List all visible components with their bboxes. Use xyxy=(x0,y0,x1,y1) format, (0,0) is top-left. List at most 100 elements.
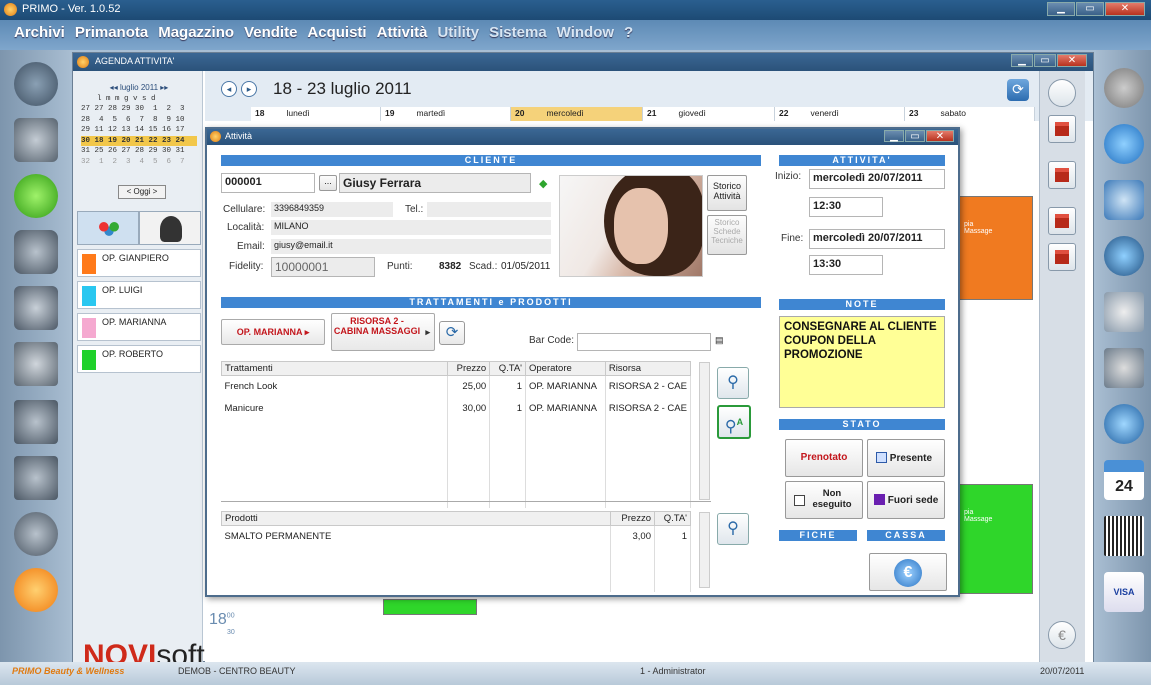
menu-archivi[interactable]: Archivi xyxy=(14,24,65,50)
day-header-22[interactable]: 22 venerdì xyxy=(775,107,905,121)
confirm-icon[interactable] xyxy=(14,174,58,218)
column-header[interactable]: Prezzo xyxy=(610,511,655,526)
tel-field[interactable] xyxy=(427,202,551,217)
trash-icon[interactable] xyxy=(14,230,58,274)
swap-refresh-button[interactable]: ⟳ xyxy=(439,321,465,345)
power-icon[interactable] xyxy=(14,568,58,612)
barcode-icon[interactable] xyxy=(1104,516,1144,556)
arrow-left-icon[interactable] xyxy=(14,400,58,444)
tag-icon[interactable]: ◆ xyxy=(539,177,547,190)
presente-button[interactable]: Presente xyxy=(867,439,945,477)
euro-icon[interactable] xyxy=(1104,124,1144,164)
workweek-view-button[interactable] xyxy=(1048,207,1076,235)
note-pen-icon[interactable] xyxy=(1104,180,1144,220)
fidelity-field[interactable]: 10000001 xyxy=(271,257,375,277)
fine-date-field[interactable]: mercoledì 20/07/2011 xyxy=(809,229,945,249)
print-icon[interactable] xyxy=(14,286,58,330)
cliente-code-field[interactable]: 000001 xyxy=(221,173,315,193)
column-header[interactable]: Operatore xyxy=(525,361,606,376)
column-header[interactable]: Trattamenti xyxy=(220,361,449,376)
table-row[interactable]: French Look 25,00 1 OP. MARIANNA RISORSA… xyxy=(221,375,692,398)
day-view-button[interactable] xyxy=(1048,115,1076,143)
edit-icon[interactable] xyxy=(14,118,58,162)
tools-icon[interactable] xyxy=(1104,68,1144,108)
column-header[interactable]: Q.TA' xyxy=(489,361,526,376)
calendar-icon[interactable]: 24 xyxy=(1104,460,1144,500)
non-eseguito-button[interactable]: Non eseguito xyxy=(785,481,863,519)
operator-roberto[interactable]: OP. ROBERTO xyxy=(77,345,201,373)
appointment-block[interactable]: pia Massage xyxy=(959,196,1033,300)
table-row[interactable]: SMALTO PERMANENTE 3,00 1 xyxy=(221,525,691,548)
menu-acquisti[interactable]: Acquisti xyxy=(307,24,366,50)
trattamenti-scrollbar[interactable] xyxy=(699,362,710,500)
table-row-empty[interactable] xyxy=(221,569,691,592)
table-row-empty[interactable] xyxy=(221,485,692,508)
arrow-right-icon[interactable] xyxy=(14,456,58,500)
single-view-tab[interactable] xyxy=(139,211,201,245)
menu-window[interactable]: Window xyxy=(557,24,614,50)
day-header-21[interactable]: 21 giovedì xyxy=(643,107,775,121)
prenotato-button[interactable]: Prenotato xyxy=(785,439,863,477)
prev-week-button[interactable]: ◂ xyxy=(221,81,237,97)
menu-help[interactable]: ? xyxy=(624,24,633,50)
operator-select-button[interactable]: OP. MARIANNA ▸ xyxy=(221,319,325,345)
calendar-week-row[interactable]: 31 25 26 27 28 29 30 31 xyxy=(81,146,197,157)
pie-chart-icon[interactable] xyxy=(1104,236,1144,276)
calendar-week-row[interactable]: 27 27 28 29 30 1 2 3 xyxy=(81,104,197,115)
day-header-20[interactable]: 20 mercoledì xyxy=(511,107,643,121)
barcode-scan-icon[interactable]: ▤ xyxy=(715,335,724,346)
next-week-button[interactable]: ▸ xyxy=(241,81,257,97)
euro-button[interactable]: € xyxy=(1048,621,1076,649)
menu-attivita[interactable]: Attività xyxy=(377,24,428,50)
day-header-19[interactable]: 19 martedì xyxy=(381,107,511,121)
agenda-minimize-button[interactable]: ▁ xyxy=(1011,54,1033,67)
menu-sistema[interactable]: Sistema xyxy=(489,24,547,50)
agenda-maximize-button[interactable]: ▭ xyxy=(1034,54,1056,67)
column-header[interactable]: Risorsa xyxy=(604,361,692,376)
search-trattamenti-button[interactable]: ⚲ xyxy=(717,367,749,399)
operator-luigi[interactable]: OP. LUIGI xyxy=(77,281,201,309)
menu-primanota[interactable]: Primanota xyxy=(75,24,148,50)
appointment-block[interactable]: pia Massage xyxy=(959,484,1033,594)
table-row-empty[interactable] xyxy=(221,547,691,570)
column-header[interactable]: Q.TA' xyxy=(654,511,691,526)
column-header[interactable]: Prodotti xyxy=(220,511,612,526)
calendar-week-row[interactable]: 28 4 5 6 7 8 9 10 xyxy=(81,115,197,126)
menu-utility[interactable]: Utility xyxy=(437,24,479,50)
attivita-close-button[interactable]: ✕ xyxy=(926,130,954,142)
operator-marianna[interactable]: OP. MARIANNA xyxy=(77,313,201,341)
barcode-input[interactable] xyxy=(577,333,711,351)
close-button[interactable]: ✕ xyxy=(1105,2,1145,16)
cassa-button[interactable]: € xyxy=(869,553,947,591)
day-header-18[interactable]: 18 lunedì xyxy=(251,107,381,121)
search-icon[interactable] xyxy=(14,512,58,556)
table-row[interactable]: Manicure 30,00 1 OP. MARIANNA RISORSA 2 … xyxy=(221,397,692,420)
calendar-week-row[interactable]: 32 1 2 3 4 5 6 7 xyxy=(81,157,197,168)
appointment-block[interactable] xyxy=(383,599,477,615)
day-header-23[interactable]: 23 sabato xyxy=(905,107,1035,121)
maximize-button[interactable]: ▭ xyxy=(1076,2,1104,16)
storico-schede-button[interactable]: Storico Schede Tecniche xyxy=(707,215,747,255)
risorsa-select-button[interactable]: RISORSA 2 - CABINA MASSAGGI ▸ xyxy=(331,313,435,351)
calendar-week-row[interactable]: 29 11 12 13 14 15 16 17 xyxy=(81,125,197,136)
fuori-sede-button[interactable]: Fuori sede xyxy=(867,481,945,519)
table-row-empty[interactable] xyxy=(221,419,692,442)
today-button[interactable]: < Oggi > xyxy=(118,185,166,199)
fine-time-field[interactable]: 13:30 xyxy=(809,255,883,275)
cellulare-field[interactable]: 3396849359 xyxy=(271,202,393,217)
search-advanced-button[interactable]: ⚲A xyxy=(717,405,751,439)
menu-magazzino[interactable]: Magazzino xyxy=(158,24,234,50)
refresh-button[interactable]: ⟳ xyxy=(1007,79,1029,101)
column-header[interactable]: Prezzo xyxy=(447,361,491,376)
mini-calendar[interactable]: ◂◂ luglio 2011 ▸▸ l m m g v s d 27 27 28… xyxy=(81,83,197,167)
translate-icon[interactable] xyxy=(14,342,58,386)
storico-attivita-button[interactable]: Storico Attività xyxy=(707,175,747,211)
add-icon[interactable] xyxy=(14,62,58,106)
cliente-lookup-button[interactable]: ... xyxy=(319,175,337,191)
table-row-empty[interactable] xyxy=(221,463,692,486)
localita-field[interactable]: MILANO xyxy=(271,220,551,235)
week-view-button[interactable] xyxy=(1048,161,1076,189)
calendar-next-icon[interactable]: ▸▸ xyxy=(158,83,168,92)
menu-vendite[interactable]: Vendite xyxy=(244,24,297,50)
attivita-maximize-button[interactable]: ▭ xyxy=(905,130,925,142)
